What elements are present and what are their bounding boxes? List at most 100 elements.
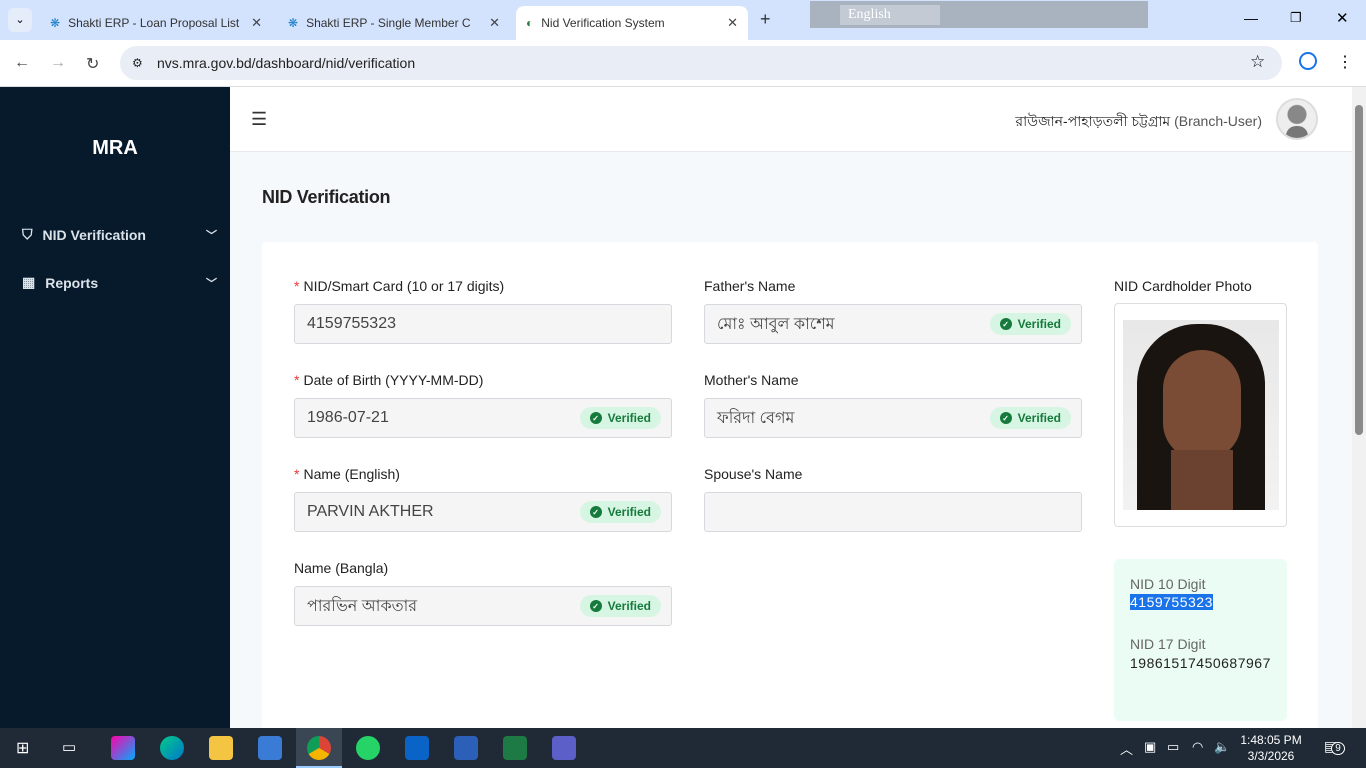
minimize-button[interactable]: —: [1244, 10, 1258, 26]
site-info-icon[interactable]: ⚙: [132, 46, 143, 80]
nid-label: NID/Smart Card (10 or 17 digits): [303, 278, 505, 294]
browser-tab-bar: ⌄ ❋ Shakti ERP - Loan Proposal List ✕ ❋ Sha…: [0, 0, 1366, 40]
start-icon[interactable]: ⊞: [16, 738, 29, 758]
name-english-label: Name (English): [303, 466, 400, 482]
excel-icon[interactable]: [503, 736, 527, 760]
check-circle-icon: ✓: [999, 412, 1012, 424]
sidebar-item-reports[interactable]: ▦ Reports ﹀: [22, 274, 217, 291]
battery-icon[interactable]: ▭: [1167, 739, 1179, 755]
dob-label: Date of Birth (YYYY-MM-DD): [303, 372, 484, 388]
shakti-icon: ❋: [50, 16, 61, 30]
sidebar-toggle-icon[interactable]: ☰: [251, 109, 267, 130]
verification-card: * NID/Smart Card (10 or 17 digits) 415975…: [262, 242, 1318, 742]
name-english-field-group: * Name (English) PARVIN AKTHER ✓ Verified: [294, 466, 672, 532]
ime-toolbar: English: [810, 1, 1148, 28]
father-name-input[interactable]: মোঃ আবুল কাশেম ✓ Verified: [704, 304, 1082, 344]
top-header: ☰ রাউজান-পাহাড়তলী চট্টগ্রাম (Branch-Use…: [230, 87, 1352, 152]
shakti-icon: ❋: [288, 16, 299, 30]
nid-favicon: ◐: [526, 16, 534, 30]
close-tab-icon[interactable]: ✕: [251, 15, 262, 31]
meet-icon[interactable]: ▣: [1144, 739, 1156, 755]
volume-icon[interactable]: 🔈: [1214, 739, 1230, 755]
check-circle-icon: ✓: [589, 412, 602, 424]
dob-input[interactable]: 1986-07-21 ✓ Verified: [294, 398, 672, 438]
page-title: NID Verification: [262, 187, 391, 207]
task-view-icon[interactable]: ▭: [62, 738, 76, 756]
verified-badge: ✓ Verified: [579, 407, 661, 429]
chevron-down-icon: ﹀: [206, 229, 217, 242]
name-bangla-label: Name (Bangla): [294, 560, 389, 576]
verified-badge: ✓ Verified: [989, 313, 1071, 335]
shield-icon: ⛉: [22, 226, 33, 242]
nid-10-label: NID 10 Digit: [1130, 576, 1206, 592]
close-tab-icon[interactable]: ✕: [489, 15, 500, 31]
main-content: NID Verification * NID/Smart Card (10 or …: [230, 152, 1352, 742]
close-window-button[interactable]: ✕: [1336, 9, 1349, 27]
photo-label: NID Cardholder Photo: [1114, 278, 1252, 294]
verified-badge: ✓ Verified: [579, 501, 661, 523]
sidebar-item-nid-verification[interactable]: ⛉ NID Verification ﹀: [22, 226, 217, 243]
tab-nid-verification[interactable]: ◐ Nid Verification System ✕: [516, 6, 748, 40]
close-tab-icon[interactable]: ✕: [727, 15, 738, 31]
notification-count: 9: [1331, 742, 1345, 755]
verified-badge: ✓ Verified: [989, 407, 1071, 429]
nid-17-value: 19861517450687967: [1130, 655, 1271, 671]
scrollbar-thumb[interactable]: [1355, 105, 1363, 435]
store-icon[interactable]: [258, 736, 282, 760]
brand-logo: MRA: [92, 137, 138, 159]
wifi-icon[interactable]: ◠: [1192, 739, 1203, 755]
spouse-name-input[interactable]: [704, 492, 1082, 532]
new-tab-button[interactable]: +: [760, 9, 771, 30]
check-circle-icon: ✓: [999, 318, 1012, 330]
verified-badge: ✓ Verified: [579, 595, 661, 617]
tab-list-button[interactable]: ⌄: [8, 8, 32, 32]
cardholder-photo: [1123, 320, 1279, 510]
nid-number-panel: NID 10 Digit 4159755323 NID 17 Digit 198…: [1114, 559, 1287, 721]
mother-name-field-group: Mother's Name ফরিদা বেগম ✓ Verified: [704, 372, 1082, 438]
reload-icon[interactable]: ↻: [86, 54, 99, 74]
nid-10-value: 4159755323: [1130, 594, 1213, 610]
menu-icon[interactable]: ⋮: [1337, 52, 1353, 72]
forward-icon[interactable]: →: [50, 54, 66, 72]
check-circle-icon: ✓: [589, 506, 602, 518]
notification-center-icon[interactable]: ▤9: [1324, 738, 1345, 755]
father-name-field-group: Father's Name মোঃ আবুল কাশেম ✓ Verified: [704, 278, 1082, 344]
tab-loan-proposal[interactable]: ❋ Shakti ERP - Loan Proposal List ✕: [40, 6, 272, 40]
name-english-input[interactable]: PARVIN AKTHER ✓ Verified: [294, 492, 672, 532]
edge-icon[interactable]: [160, 736, 184, 760]
back-icon[interactable]: ←: [14, 54, 30, 72]
spouse-name-field-group: Spouse's Name: [704, 466, 1082, 532]
chevron-down-icon: ﹀: [206, 277, 217, 290]
outlook-icon[interactable]: [405, 736, 429, 760]
chrome-icon: [307, 736, 331, 760]
name-bangla-field-group: Name (Bangla) পারভিন আকতার ✓ Verified: [294, 560, 672, 626]
profile-icon[interactable]: [1299, 52, 1317, 70]
mother-name-label: Mother's Name: [704, 372, 799, 388]
sidebar: MRA ⛉ NID Verification ﹀ ▦ Reports ﹀: [0, 87, 230, 728]
mother-name-input[interactable]: ফরিদা বেগম ✓ Verified: [704, 398, 1082, 438]
teams-icon[interactable]: [552, 736, 576, 760]
restore-button[interactable]: ❐: [1290, 10, 1302, 26]
spouse-name-label: Spouse's Name: [704, 466, 803, 482]
name-bangla-input[interactable]: পারভিন আকতার ✓ Verified: [294, 586, 672, 626]
ime-language-button[interactable]: English: [840, 4, 940, 25]
file-explorer-icon[interactable]: [209, 736, 233, 760]
nid-input[interactable]: 4159755323: [294, 304, 672, 344]
father-name-label: Father's Name: [704, 278, 796, 294]
check-circle-icon: ✓: [589, 600, 602, 612]
tab-single-member[interactable]: ❋ Shakti ERP - Single Member Co ✕: [278, 6, 510, 40]
clock[interactable]: 1:48:05 PM 3/3/2026: [1236, 732, 1306, 764]
nid-17-label: NID 17 Digit: [1130, 636, 1206, 652]
word-icon[interactable]: [454, 736, 478, 760]
windows-taskbar: ⊞ ▭ ︿ ▣ ▭ ◠ 🔈 1:48:05 PM3/3/2026 ▤9: [0, 728, 1366, 768]
bookmark-star-icon[interactable]: ☆: [1250, 52, 1265, 72]
show-hidden-icons[interactable]: ︿: [1120, 739, 1133, 758]
user-info: রাউজান-পাহাড়তলী চট্টগ্রাম (Branch-User): [1015, 113, 1262, 129]
url-input[interactable]: ⚙ nvs.mra.gov.bd/dashboard/nid/verificati…: [120, 46, 1282, 80]
nid-field-group: * NID/Smart Card (10 or 17 digits) 415975…: [294, 278, 672, 344]
copilot-icon[interactable]: [111, 736, 135, 760]
page-scrollbar[interactable]: [1352, 87, 1366, 728]
whatsapp-icon[interactable]: [356, 736, 380, 760]
chrome-taskbar-button[interactable]: [296, 728, 342, 768]
user-avatar[interactable]: [1276, 98, 1318, 140]
